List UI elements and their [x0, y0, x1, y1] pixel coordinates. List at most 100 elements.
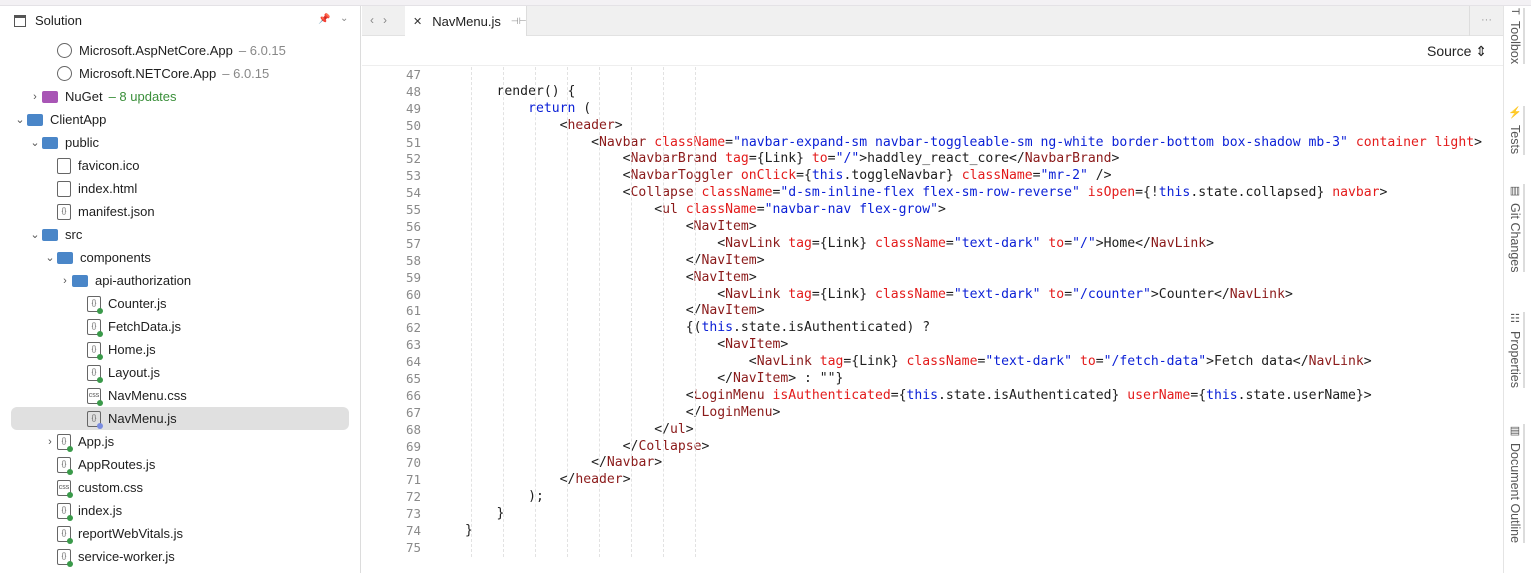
view-mode-select[interactable]: Source ⇕	[1427, 43, 1487, 60]
tree-item-label: Layout.js	[108, 365, 161, 380]
tree-item[interactable]: {} Layout.js	[0, 361, 360, 384]
tab-nav-arrows[interactable]: ‹›	[370, 13, 396, 27]
html-file-icon	[57, 180, 71, 197]
tree-item[interactable]: {} NavMenu.js	[11, 407, 349, 430]
line-number: 75	[405, 539, 421, 555]
tree-item[interactable]: favicon.ico	[0, 154, 360, 177]
code-text: <NavItem>	[465, 337, 788, 354]
code-line: 69 </Collapse>	[380, 439, 1500, 456]
code-token: >	[748, 269, 757, 285]
tree-item[interactable]: index.html	[0, 177, 360, 200]
code-line: 62 {(this.state.isAuthenticated) ?	[380, 320, 1500, 337]
tree-item[interactable]: {} FetchData.js	[0, 315, 360, 338]
code-token: className	[874, 235, 946, 251]
tab-label: NavMenu.js	[432, 13, 501, 29]
tree-item[interactable]: {} manifest.json	[0, 200, 360, 223]
code-token: <	[465, 151, 631, 167]
tree-item[interactable]: Microsoft.NETCore.App – 6.0.15	[0, 62, 360, 85]
code-token: );	[465, 489, 544, 505]
tree-item[interactable]: {} Home.js	[0, 338, 360, 361]
close-icon[interactable]: ✕	[413, 15, 422, 28]
panel-tab-git-changes[interactable]: ▥ Git Changes	[1508, 184, 1525, 273]
chevron-down-icon[interactable]: ⌄	[340, 13, 348, 24]
more-options-button[interactable]: ···	[1469, 6, 1503, 36]
code-token: ={	[1190, 387, 1207, 403]
tree-item[interactable]: ›{} App.js	[0, 430, 360, 453]
line-number: 70	[405, 455, 421, 471]
code-token: <	[465, 168, 631, 184]
code-token: NavLink	[756, 354, 812, 370]
chevron-down-icon[interactable]: ⌄	[28, 136, 42, 149]
indent-guide	[695, 67, 696, 557]
chevron-right-icon[interactable]: ›	[43, 436, 57, 448]
panel-tab-tests[interactable]: ⚡ Tests	[1508, 106, 1525, 155]
pin-tab-icon[interactable]: ⊣⊢	[511, 16, 527, 27]
package-icon	[57, 43, 72, 58]
chevron-down-icon[interactable]: ⌄	[13, 113, 27, 126]
code-token: <	[465, 269, 694, 285]
tree-item[interactable]: {} Counter.js	[0, 292, 360, 315]
code-token: return	[465, 100, 576, 116]
tree-item-label: Microsoft.NETCore.App	[79, 66, 217, 81]
js-file-icon: {}	[57, 548, 73, 567]
folder-icon	[27, 113, 43, 126]
tree-item[interactable]: ⌄ ClientApp	[0, 108, 360, 131]
code-text: </LoginMenu>	[465, 405, 781, 422]
panel-tab-document-outline[interactable]: ▤ Document Outline	[1508, 424, 1525, 544]
tree-item[interactable]: {} AppRoutes.js	[0, 453, 360, 476]
pin-icon[interactable]: 📌	[318, 14, 330, 25]
code-token: .toggleNavbar}	[843, 168, 962, 184]
code-token: className	[677, 202, 757, 218]
code-token: > : ""}	[788, 371, 844, 387]
code-token: ={!	[1135, 185, 1159, 201]
code-editor[interactable]: 47 48 render() {49 return (50 <header> 51 …	[380, 67, 1500, 557]
code-token: </	[465, 303, 702, 319]
indent-guide	[663, 67, 664, 557]
chevron-right-icon[interactable]: ›	[58, 275, 72, 287]
code-token: ul	[669, 421, 686, 437]
tree-item[interactable]: › NuGet – 8 updates	[0, 85, 360, 108]
code-line: 66 <LoginMenu isAuthenticated={this.stat…	[380, 388, 1500, 405]
line-number: 69	[405, 438, 421, 454]
code-line: 70 </Navbar>	[380, 455, 1500, 472]
line-number: 56	[405, 219, 421, 235]
code-token: >	[614, 117, 623, 133]
chevron-right-icon[interactable]: ›	[28, 91, 42, 103]
code-text: </NavItem>	[465, 303, 765, 320]
line-number: 57	[405, 235, 421, 251]
tree-item[interactable]: {} service-worker.js	[0, 545, 360, 568]
tree-item[interactable]: ⌄ public	[0, 131, 360, 154]
chevron-down-icon[interactable]: ⌄	[43, 251, 57, 264]
code-text: <LoginMenu isAuthenticated={this.state.i…	[465, 388, 1372, 405]
tree-item[interactable]: › api-authorization	[0, 269, 360, 292]
code-token: =	[725, 134, 734, 150]
indent-guide	[503, 67, 504, 557]
code-text: <Navbar className="navbar-expand-sm navb…	[465, 135, 1482, 152]
code-token: <	[465, 134, 600, 150]
tree-item-label: AppRoutes.js	[78, 457, 156, 472]
tree-item-label: Home.js	[108, 342, 156, 357]
code-token: >	[685, 421, 694, 437]
tests-icon: ⚡	[1508, 106, 1521, 120]
code-line: 57 <NavLink tag={Link} className="text-d…	[380, 236, 1500, 253]
right-tool-bar: T Toolbox ⚡ Tests ▥ Git Changes ☷ Properties ▤ Do…	[1503, 6, 1531, 573]
code-text: );	[465, 489, 544, 506]
js-file-icon: {}	[57, 502, 73, 521]
chevron-down-icon[interactable]: ⌄	[28, 228, 42, 241]
tree-item[interactable]: ⌄ src	[0, 223, 360, 246]
tree-item[interactable]: ⌄ components	[0, 246, 360, 269]
panel-tab-properties[interactable]: ☷ Properties	[1508, 312, 1525, 388]
line-number: 58	[405, 252, 421, 268]
code-line: 48 render() {	[380, 84, 1500, 101]
editor-pane: ‹› ✕ NavMenu.js ⊣⊢ ··· Source ⇕ 47 48 ren…	[362, 6, 1503, 573]
tab-navmenu-js[interactable]: ✕ NavMenu.js ⊣⊢	[405, 6, 527, 36]
tree-item[interactable]: {} index.js	[0, 499, 360, 522]
code-token: to	[1072, 354, 1096, 370]
code-text: </NavItem> : ""}	[465, 371, 843, 388]
tree-item[interactable]: css custom.css	[0, 476, 360, 499]
tree-item-label: NuGet	[65, 89, 103, 104]
tree-item[interactable]: css NavMenu.css	[0, 384, 360, 407]
tree-item[interactable]: Microsoft.AspNetCore.App – 6.0.15	[0, 39, 360, 62]
tree-item[interactable]: {} reportWebVitals.js	[0, 522, 360, 545]
panel-tab-toolbox[interactable]: T Toolbox	[1508, 8, 1525, 64]
